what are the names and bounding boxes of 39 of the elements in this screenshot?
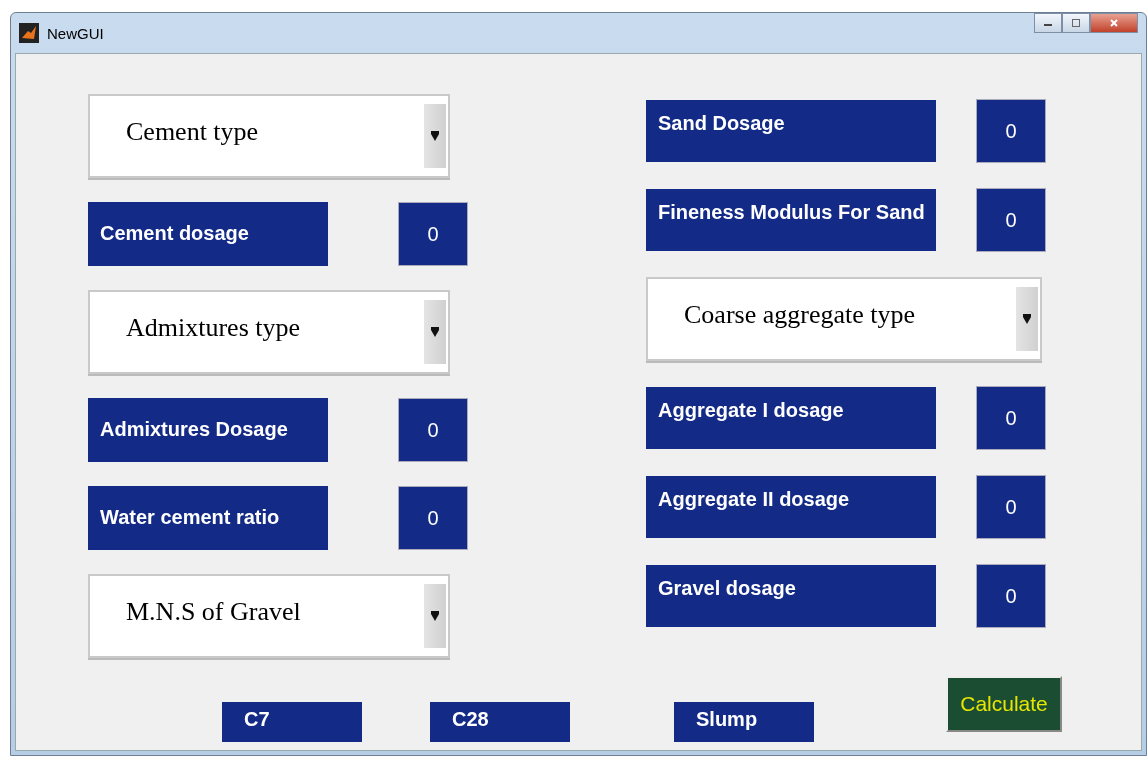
field-label: Cement dosage	[88, 202, 328, 266]
value-field[interactable]: 0	[976, 475, 1046, 539]
close-icon	[1109, 18, 1119, 28]
maximize-icon	[1071, 18, 1081, 28]
field-label: Water cement ratio	[88, 486, 328, 550]
dropdown[interactable]: Coarse aggregate type	[646, 277, 1042, 361]
output-label: C28	[430, 702, 570, 742]
dropdown[interactable]: Admixtures type	[88, 290, 450, 374]
dropdown[interactable]: Cement type	[88, 94, 450, 178]
value-field[interactable]: 0	[976, 188, 1046, 252]
dropdown-arrow-icon	[1023, 313, 1031, 325]
dropdown-label: Coarse aggregate type	[683, 300, 916, 331]
field-label: Admixtures Dosage	[88, 398, 328, 462]
value-field[interactable]: 0	[976, 564, 1046, 628]
dropdown-arrow-icon	[431, 326, 439, 338]
field-label: Aggregate I dosage	[646, 387, 936, 449]
field-label: Sand Dosage	[646, 100, 936, 162]
dropdown-label: Cement type	[125, 117, 260, 148]
value-field[interactable]: 0	[976, 99, 1046, 163]
output-label: Slump	[674, 702, 814, 742]
dropdown-arrow-icon	[431, 610, 439, 622]
window-title: NewGUI	[47, 24, 104, 42]
dropdown[interactable]: M.N.S of Gravel	[88, 574, 450, 658]
calculate-button[interactable]: Calculate	[946, 676, 1062, 732]
maximize-button[interactable]	[1062, 13, 1090, 33]
field-label: Aggregate II dosage	[646, 476, 936, 538]
minimize-button[interactable]	[1034, 13, 1062, 33]
value-field[interactable]: 0	[976, 386, 1046, 450]
logo-icon	[19, 23, 39, 43]
dropdown-label: Admixtures type	[125, 313, 302, 344]
field-label: Fineness Modulus For Sand	[646, 189, 936, 251]
field-label: Gravel dosage	[646, 565, 936, 627]
dropdown-label: M.N.S of Gravel	[125, 597, 302, 628]
value-field[interactable]: 0	[398, 486, 468, 550]
value-field[interactable]: 0	[398, 398, 468, 462]
dropdown-arrow-icon	[431, 130, 439, 142]
output-label: C7	[222, 702, 362, 742]
close-button[interactable]	[1090, 13, 1138, 33]
value-field[interactable]: 0	[398, 202, 468, 266]
